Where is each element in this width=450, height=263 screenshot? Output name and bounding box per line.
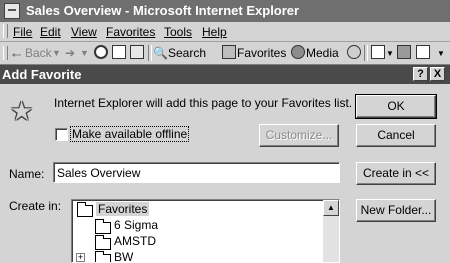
scroll-up-icon[interactable]: ▲ (323, 200, 339, 216)
menu-tools[interactable]: Tools (164, 25, 192, 39)
create-in-label: Create in: (9, 199, 62, 213)
menu-help[interactable]: Help (202, 25, 227, 39)
folder-icon (95, 251, 111, 262)
name-field[interactable]: Sales Overview (53, 162, 340, 183)
standard-toolbar: 🠔 Back ▼ ➔ ▼ 🔍 Search Favorites Media ▼ … (0, 42, 450, 65)
browser-title: Sales Overview - Microsoft Internet Expl… (26, 3, 300, 18)
tree-item-amstd[interactable]: AMSTD (114, 234, 156, 248)
menu-file[interactable]: File (13, 25, 32, 39)
help-button[interactable]: ? (413, 67, 428, 81)
history-icon[interactable] (347, 45, 361, 59)
menu-view[interactable]: View (71, 25, 97, 39)
page-icon (4, 3, 20, 19)
search-button[interactable]: Search (168, 46, 206, 60)
forward-dropdown-icon[interactable]: ▼ (80, 48, 89, 58)
create-in-button[interactable]: Create in << (356, 162, 436, 185)
edit-dropdown-icon[interactable]: ▼ (437, 49, 445, 58)
favorites-icon (222, 45, 236, 59)
tree-expander[interactable]: + (76, 253, 85, 262)
back-button[interactable]: Back (25, 46, 52, 60)
offline-checkbox[interactable] (55, 128, 68, 141)
mail-dropdown-icon[interactable]: ▼ (386, 49, 394, 58)
media-icon (291, 45, 305, 59)
back-arrow-icon: 🠔 (11, 48, 22, 62)
name-field-value: Sales Overview (57, 166, 141, 180)
tree-item-bw[interactable]: BW (114, 250, 133, 262)
star-icon: ★ (10, 96, 34, 126)
edit-icon[interactable] (416, 45, 430, 59)
refresh-icon[interactable] (112, 45, 126, 59)
offline-label[interactable]: Make available offline (69, 126, 190, 142)
menu-edit[interactable]: Edit (40, 25, 61, 39)
mail-icon[interactable] (371, 45, 385, 59)
customize-button[interactable]: Customize... (259, 124, 339, 147)
tree-item-6-sigma[interactable]: 6 Sigma (114, 218, 158, 232)
media-button[interactable]: Media (306, 46, 339, 60)
back-dropdown-icon[interactable]: ▼ (52, 48, 61, 58)
menubar-grip (3, 24, 8, 38)
stop-icon[interactable] (94, 45, 108, 59)
print-icon[interactable] (397, 45, 411, 59)
cancel-button[interactable]: Cancel (356, 124, 436, 147)
folder-icon (95, 235, 111, 250)
dialog-title: Add Favorite (2, 67, 82, 82)
forward-button[interactable]: ➔ (65, 46, 75, 60)
search-icon: 🔍 (153, 46, 168, 60)
menu-favorites[interactable]: Favorites (106, 25, 155, 39)
ok-button[interactable]: OK (355, 94, 437, 119)
tree-item-favorites[interactable]: Favorites (96, 202, 150, 216)
folder-icon (77, 202, 93, 217)
close-button[interactable]: X (430, 67, 445, 81)
name-label: Name: (9, 167, 45, 181)
toolbar-separator (148, 45, 152, 61)
folder-icon (95, 219, 111, 234)
tree-scrollbar[interactable]: ▲ (323, 200, 339, 262)
menu-bar: File Edit View Favorites Tools Help (0, 22, 450, 42)
toolbar-grip (3, 46, 8, 60)
toolbar-separator-2 (364, 45, 368, 61)
browser-title-bar: Sales Overview - Microsoft Internet Expl… (0, 0, 450, 22)
favorites-button[interactable]: Favorites (237, 46, 286, 60)
folder-tree[interactable]: Favorites 6 Sigma AMSTD + BW ▲ (71, 199, 340, 263)
dialog-message: Internet Explorer will add this page to … (54, 96, 353, 110)
dialog-title-bar: Add Favorite ? X (0, 65, 450, 84)
new-folder-button[interactable]: New Folder... (356, 199, 436, 222)
home-icon[interactable] (130, 45, 144, 59)
